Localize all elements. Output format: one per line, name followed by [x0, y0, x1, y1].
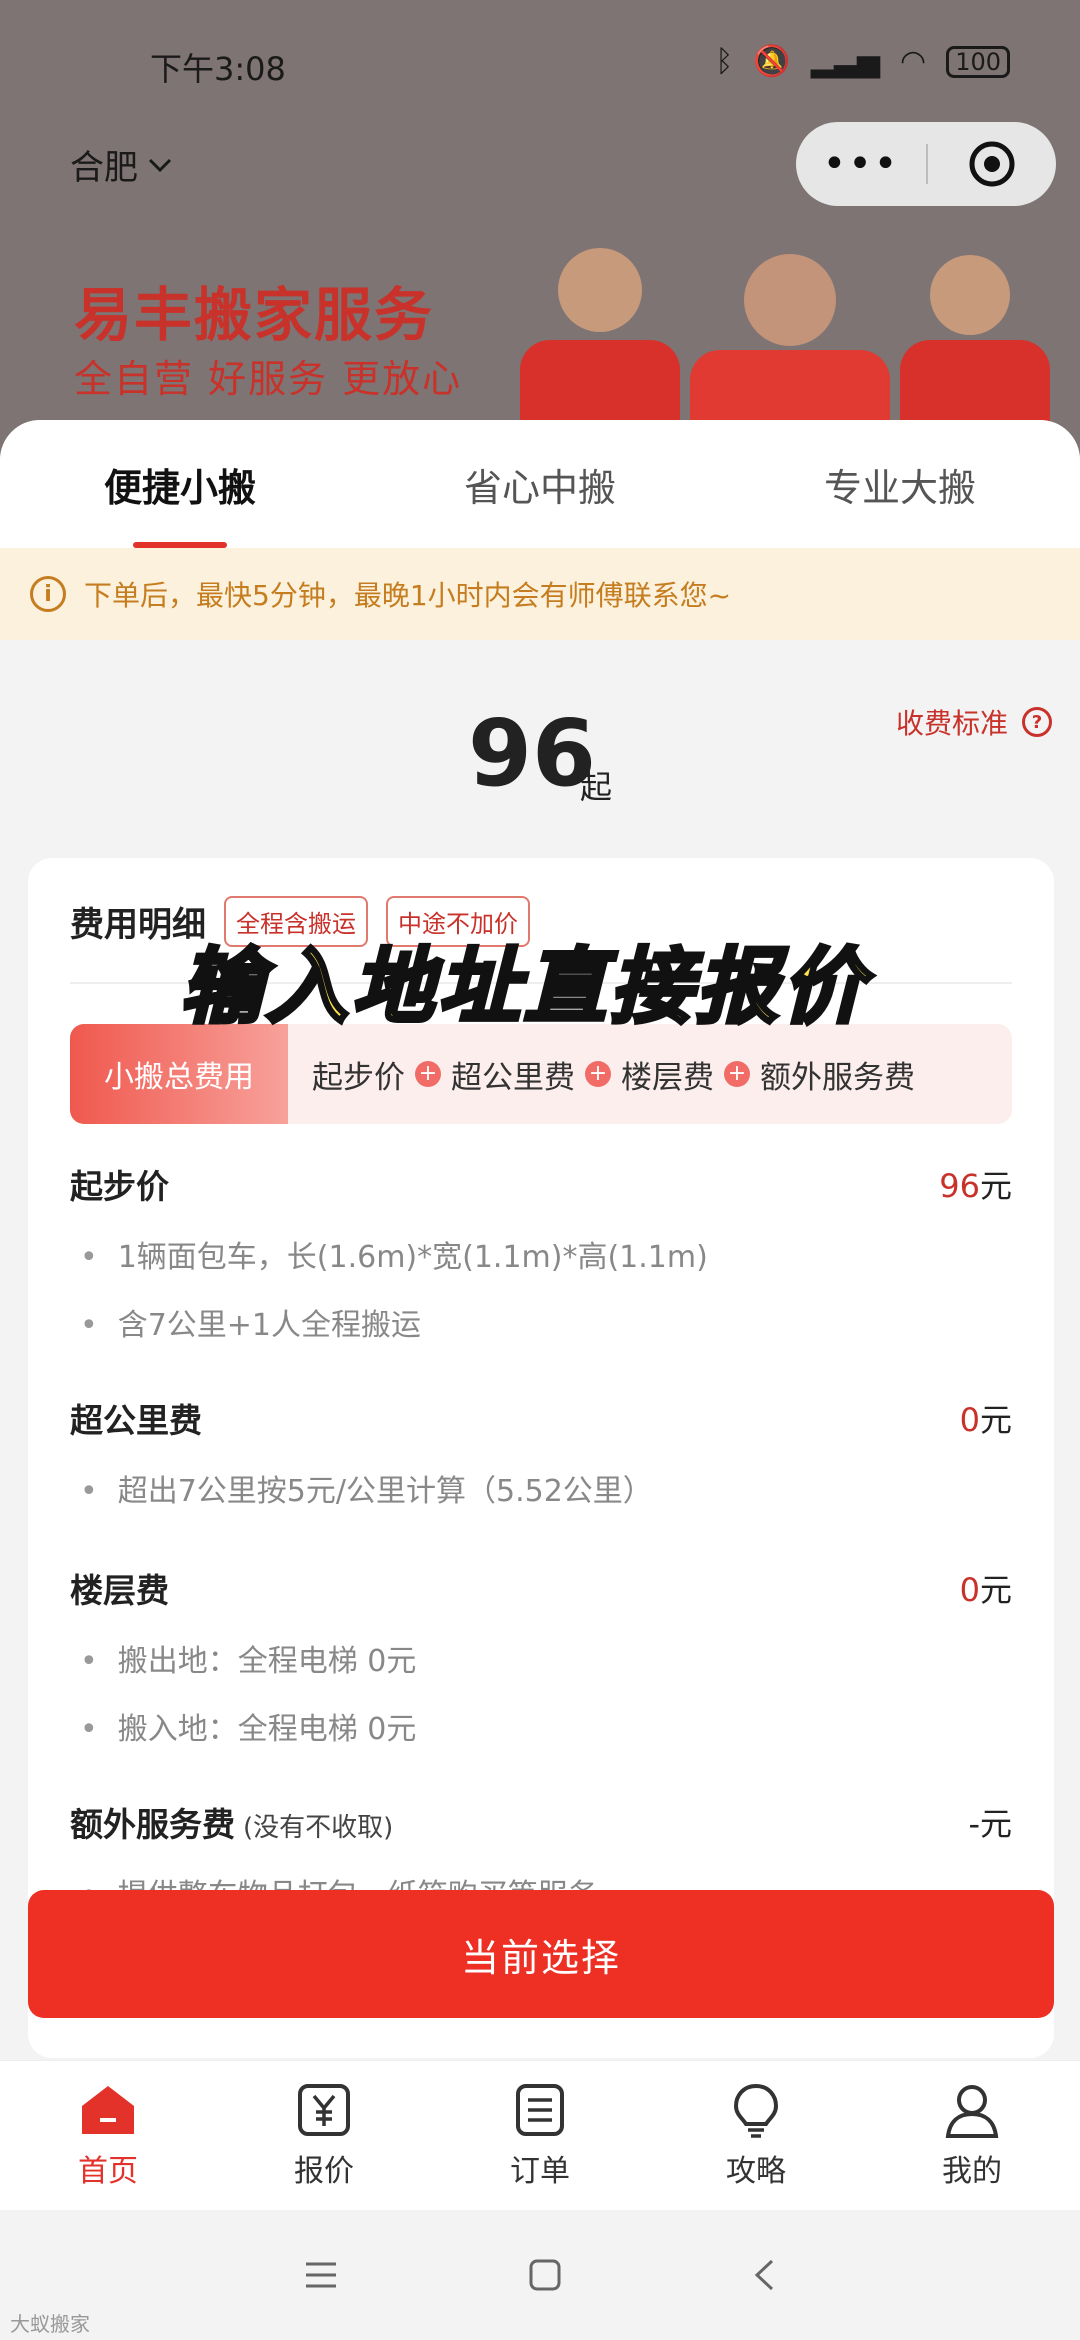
section-floor-fee: 楼层费 0元 搬出地：全程电梯 0元 搬入地：全程电梯 0元 — [70, 1564, 1012, 1748]
chevron-down-icon — [148, 158, 172, 172]
tab-medium-move[interactable]: 省心中搬 — [360, 457, 720, 512]
tabbar-item-guide[interactable]: 攻略 — [648, 2061, 864, 2210]
current-select-button[interactable]: 当前选择 — [28, 1890, 1054, 2018]
wifi-icon: ◠ — [900, 44, 927, 79]
tabbar-item-orders[interactable]: 订单 — [432, 2061, 648, 2210]
mute-icon: 🔕 — [753, 44, 791, 79]
notice-text: 下单后，最快5分钟，最晚1小时内会有师傅联系您~ — [84, 579, 732, 612]
tabbar-item-quote[interactable]: 报价 — [216, 2061, 432, 2210]
tabbar-item-home[interactable]: 首页 — [0, 2061, 216, 2210]
fee-standard-label: 收费标准 — [895, 707, 1008, 740]
bulb-icon — [733, 2083, 779, 2138]
close-target-button[interactable] — [928, 139, 1056, 189]
watermark: 大蚁搬家 — [10, 2312, 90, 2336]
section-value: 96元 — [939, 1167, 1012, 1205]
banner-subtitle: 全自营 好服务 更放心 — [74, 357, 463, 401]
home-icon — [82, 2085, 134, 2134]
plus-icon: + — [585, 1061, 611, 1087]
service-tabs: 便捷小搬 省心中搬 专业大搬 — [0, 420, 1080, 548]
section-name: 超公里费 — [70, 1401, 202, 1440]
formula-part: 楼层费 — [621, 1059, 714, 1096]
notice-bar: i 下单后，最快5分钟，最晚1小时内会有师傅联系您~ — [0, 548, 1080, 640]
section-name: 起步价 — [70, 1167, 169, 1206]
section-item: 含7公里+1人全程搬运 — [70, 1300, 1012, 1344]
fee-standard-link[interactable]: 收费标准 ? — [896, 702, 1052, 742]
banner-title: 易丰搬家服务 — [74, 281, 435, 349]
battery-indicator: 100 — [946, 45, 1010, 78]
section-base-fee: 起步价 96元 1辆面包车，长(1.6m)*宽(1.1m)*高(1.1m) 含7… — [70, 1160, 1012, 1344]
section-value: 0元 — [959, 1571, 1012, 1609]
status-icons: ᛒ 🔕 ▂▃▅ ◠ 100 — [715, 44, 1010, 79]
tab-quick-move[interactable]: 便捷小搬 — [0, 457, 360, 512]
menu-icon[interactable] — [304, 2260, 338, 2290]
formula-part: 额外服务费 — [760, 1059, 915, 1096]
formula-part: 起步价 — [312, 1059, 405, 1096]
tab-large-move[interactable]: 专业大搬 — [720, 457, 1080, 512]
yen-icon — [298, 2083, 350, 2136]
signal-icon: ▂▃▅ — [810, 44, 880, 79]
target-icon — [969, 141, 1015, 187]
home-square-icon[interactable] — [528, 2258, 562, 2292]
bottom-tabbar: 首页 报价 订单 攻略 我的 — [0, 2060, 1080, 2210]
overlay-caption: 输入地址直接报价 — [178, 938, 868, 1037]
header-banner: 下午3:08 ᛒ 🔕 ▂▃▅ ◠ 100 合肥 ••• 易丰搬家服务 全自营 好… — [0, 0, 1080, 460]
price-value: 96 — [468, 700, 597, 807]
plus-icon: + — [724, 1061, 750, 1087]
info-icon: i — [30, 576, 66, 612]
system-nav-bar — [0, 2210, 1080, 2340]
formula-label: 小搬总费用 — [70, 1024, 288, 1124]
section-name: 楼层费 — [70, 1571, 169, 1610]
bluetooth-icon: ᛒ — [715, 44, 734, 79]
section-item: 搬出地：全程电梯 0元 — [70, 1636, 1012, 1680]
fee-formula: 小搬总费用 起步价 + 超公里费 + 楼层费 + 额外服务费 — [70, 1024, 1012, 1124]
section-item: 超出7公里按5元/公里计算（5.52公里） — [70, 1466, 1012, 1510]
question-icon: ? — [1022, 707, 1052, 737]
more-button[interactable]: ••• — [796, 141, 926, 187]
user-icon — [945, 2084, 999, 2138]
formula-part: 超公里费 — [451, 1059, 575, 1096]
section-name: 额外服务费 (没有不收取) — [70, 1805, 394, 1844]
section-item: 1辆面包车，长(1.6m)*宽(1.1m)*高(1.1m) — [70, 1232, 1012, 1276]
order-icon — [516, 2083, 564, 2136]
miniprogram-capsule: ••• — [796, 122, 1056, 206]
section-value: -元 — [968, 1805, 1012, 1843]
section-value: 0元 — [959, 1401, 1012, 1439]
section-item: 搬入地：全程电梯 0元 — [70, 1704, 1012, 1748]
back-icon[interactable] — [752, 2258, 776, 2292]
tabbar-item-profile[interactable]: 我的 — [864, 2061, 1080, 2210]
formula-parts: 起步价 + 超公里费 + 楼层费 + 额外服务费 — [288, 1052, 915, 1097]
section-extra-km: 超公里费 0元 超出7公里按5元/公里计算（5.52公里） — [70, 1394, 1012, 1510]
price-suffix: 起 — [580, 768, 613, 806]
city-selector[interactable]: 合肥 — [70, 140, 172, 189]
price-area: 96 起 收费标准 ? — [0, 640, 1080, 858]
plus-icon: + — [415, 1061, 441, 1087]
city-label: 合肥 — [70, 148, 138, 188]
status-time: 下午3:08 — [150, 50, 286, 88]
